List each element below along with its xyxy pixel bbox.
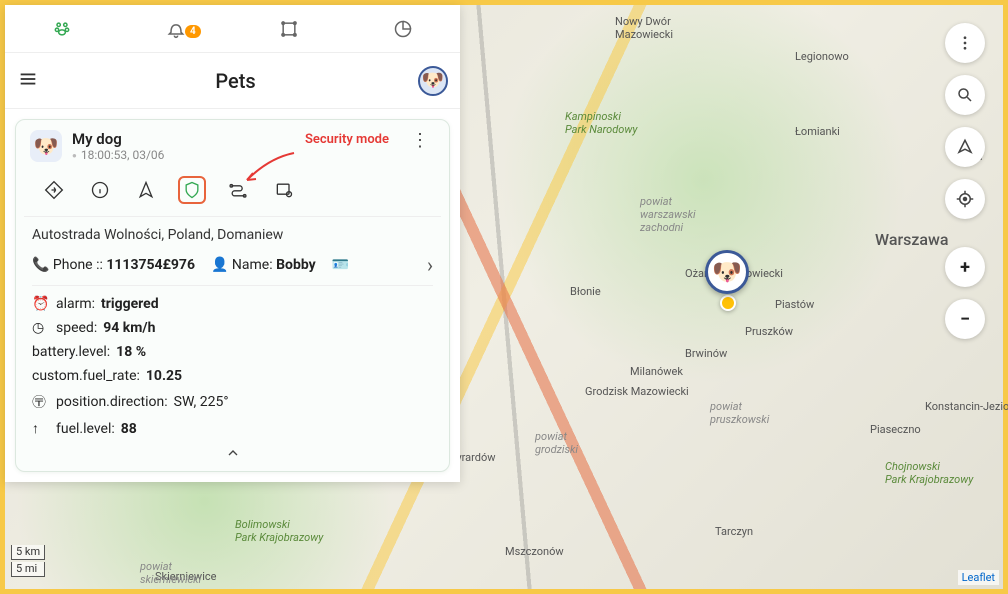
person-icon: 👤 — [211, 257, 228, 273]
pet-avatar-icon: 🐶 — [30, 130, 62, 162]
map-scale: 5 km 5 mi — [11, 545, 45, 579]
speed-row: ◷ speed: 94 km/h — [32, 316, 433, 340]
fuellevel-row: ↑ fuel.level: 88 — [32, 416, 433, 441]
tab-notifications[interactable]: 4 — [119, 19, 233, 39]
pet-card: 🐶 My dog 18:00:53, 03/06 Security mode ⋮… — [15, 119, 450, 472]
top-tabs: 4 — [5, 5, 460, 53]
alarm-row: ⏰ alarm: triggered — [32, 292, 433, 316]
geofence-icon — [279, 19, 299, 39]
paw-icon — [52, 19, 72, 39]
panel-title: Pets — [53, 69, 418, 93]
route-button[interactable] — [224, 176, 252, 204]
side-panel: 4 Pets 🐶 🐶 My dog 18:00:53, 03/06 Securi… — [5, 5, 460, 482]
direction-row: 〶 position.direction: SW, 225° — [32, 388, 433, 416]
more-options-button[interactable] — [945, 23, 985, 63]
zoom-out-button[interactable]: − — [945, 299, 985, 339]
user-avatar[interactable]: 🐶 — [418, 66, 448, 96]
tab-pets[interactable] — [5, 19, 119, 39]
chevron-up-icon — [225, 445, 241, 461]
info-button[interactable] — [86, 176, 114, 204]
notification-badge: 4 — [185, 25, 201, 38]
navigate-button[interactable] — [132, 176, 160, 204]
panel-header: Pets 🐶 — [5, 53, 460, 109]
expand-button[interactable]: › — [427, 253, 433, 277]
dog-avatar-icon: 🐶 — [705, 250, 749, 294]
card-more-button[interactable]: ⋮ — [405, 130, 435, 151]
hamburger-icon — [17, 68, 39, 90]
search-button[interactable] — [945, 75, 985, 115]
gauge-icon: ◷ — [32, 320, 50, 336]
security-mode-annotation: Security mode — [305, 132, 389, 147]
fuelrate-row: custom.fuel_rate: 10.25 — [32, 364, 433, 388]
locate-me-button[interactable] — [945, 179, 985, 219]
tab-geofence[interactable] — [233, 19, 347, 39]
location-dot — [720, 295, 736, 311]
phone-icon: 📞 — [32, 257, 49, 273]
arrow-up-icon: ↑ — [32, 420, 50, 437]
signpost-icon: 〶 — [32, 392, 50, 412]
pie-chart-icon — [393, 19, 413, 39]
collapse-button[interactable] — [32, 441, 433, 465]
zoom-in-button[interactable]: + — [945, 247, 985, 287]
menu-button[interactable] — [17, 68, 53, 94]
security-mode-button[interactable] — [178, 176, 206, 204]
directions-button[interactable] — [40, 176, 68, 204]
pet-address: Autostrada Wolności, Poland, Domaniew — [32, 227, 433, 243]
pet-map-marker[interactable]: 🐶 — [705, 250, 749, 294]
contact-card-icon: 🪪 — [332, 257, 349, 273]
pet-timestamp: 18:00:53, 03/06 — [72, 148, 405, 162]
card-action-row — [24, 170, 441, 217]
alarm-clock-icon: ⏰ — [32, 296, 50, 312]
name-row: 👤 Name: Bobby — [211, 257, 316, 273]
tab-reports[interactable] — [346, 19, 460, 39]
phone-row: 📞 Phone :: 1113754£976 — [32, 257, 195, 273]
bell-icon — [166, 19, 186, 39]
map-attribution[interactable]: Leaflet — [958, 570, 999, 585]
battery-row: battery.level: 18 % — [32, 340, 433, 364]
device-settings-button[interactable] — [270, 176, 298, 204]
navigation-arrow-button[interactable] — [945, 127, 985, 167]
